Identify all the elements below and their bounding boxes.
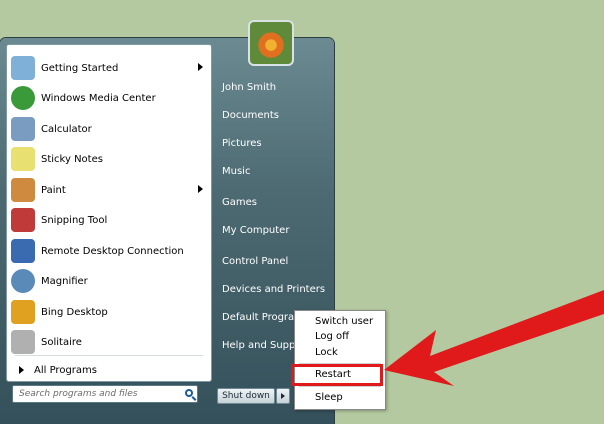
link-music[interactable]: Music xyxy=(222,166,250,177)
link-my-computer[interactable]: My Computer xyxy=(222,225,289,236)
program-calculator[interactable]: Calculator xyxy=(7,114,211,144)
media-center-icon xyxy=(11,86,35,110)
program-label: Remote Desktop Connection xyxy=(41,245,184,257)
bing-desktop-icon xyxy=(11,300,35,324)
search-input[interactable]: Search programs and files xyxy=(12,385,198,403)
program-magnifier[interactable]: Magnifier xyxy=(7,266,211,296)
arrow-right-icon xyxy=(19,366,24,374)
program-sticky-notes[interactable]: Sticky Notes xyxy=(7,144,211,174)
program-bing-desktop[interactable]: Bing Desktop xyxy=(7,297,211,327)
shutdown-options-button[interactable] xyxy=(276,388,290,404)
remote-desktop-icon xyxy=(11,239,35,263)
user-avatar[interactable] xyxy=(248,20,294,66)
all-programs-button[interactable]: All Programs xyxy=(7,359,211,381)
sticky-notes-icon xyxy=(11,147,35,171)
snipping-tool-icon xyxy=(11,208,35,232)
shutdown-label: Shut down xyxy=(222,391,270,401)
program-label: Getting Started xyxy=(41,62,119,74)
all-programs-label: All Programs xyxy=(34,364,97,376)
program-label: Windows Media Center xyxy=(41,92,156,104)
program-label: Snipping Tool xyxy=(41,214,108,226)
link-default-programs[interactable]: Default Program xyxy=(222,312,304,323)
paint-icon xyxy=(11,178,35,202)
program-snipping-tool[interactable]: Snipping Tool xyxy=(7,205,211,235)
restart-highlight-box xyxy=(291,364,383,386)
power-options-menu: Switch user Log off Lock Restart Sleep xyxy=(294,310,386,410)
link-user-name[interactable]: John Smith xyxy=(222,82,276,93)
menu-item-log-off[interactable]: Log off xyxy=(315,331,349,342)
calculator-icon xyxy=(11,117,35,141)
menu-item-sleep[interactable]: Sleep xyxy=(315,392,343,403)
magnifier-icon xyxy=(11,269,35,293)
link-control-panel[interactable]: Control Panel xyxy=(222,256,288,267)
program-label: Sticky Notes xyxy=(41,153,103,165)
program-label: Magnifier xyxy=(41,275,88,287)
search-icon[interactable] xyxy=(185,389,193,397)
program-solitaire[interactable]: Solitaire xyxy=(7,327,211,357)
menu-separator xyxy=(299,386,381,387)
link-documents[interactable]: Documents xyxy=(222,110,279,121)
link-games[interactable]: Games xyxy=(222,197,257,208)
program-label: Solitaire xyxy=(41,336,82,348)
link-pictures[interactable]: Pictures xyxy=(222,138,262,149)
programs-pane: Getting Started Windows Media Center Cal… xyxy=(6,44,212,382)
submenu-arrow-icon xyxy=(198,185,203,193)
link-devices-printers[interactable]: Devices and Printers xyxy=(222,284,325,295)
pointer-arrow-icon xyxy=(384,290,604,386)
menu-item-switch-user[interactable]: Switch user xyxy=(315,316,373,327)
search-placeholder: Search programs and files xyxy=(19,389,138,399)
solitaire-icon xyxy=(11,330,35,354)
program-label: Bing Desktop xyxy=(41,306,108,318)
submenu-arrow-icon xyxy=(198,63,203,71)
program-getting-started[interactable]: Getting Started xyxy=(7,53,211,83)
program-paint[interactable]: Paint xyxy=(7,175,211,205)
divider xyxy=(15,355,203,356)
shutdown-button[interactable]: Shut down xyxy=(217,388,275,404)
program-label: Paint xyxy=(41,184,66,196)
getting-started-icon xyxy=(11,56,35,80)
program-label: Calculator xyxy=(41,123,92,135)
program-remote-desktop[interactable]: Remote Desktop Connection xyxy=(7,236,211,266)
program-windows-media-center[interactable]: Windows Media Center xyxy=(7,83,211,113)
menu-item-lock[interactable]: Lock xyxy=(315,347,338,358)
